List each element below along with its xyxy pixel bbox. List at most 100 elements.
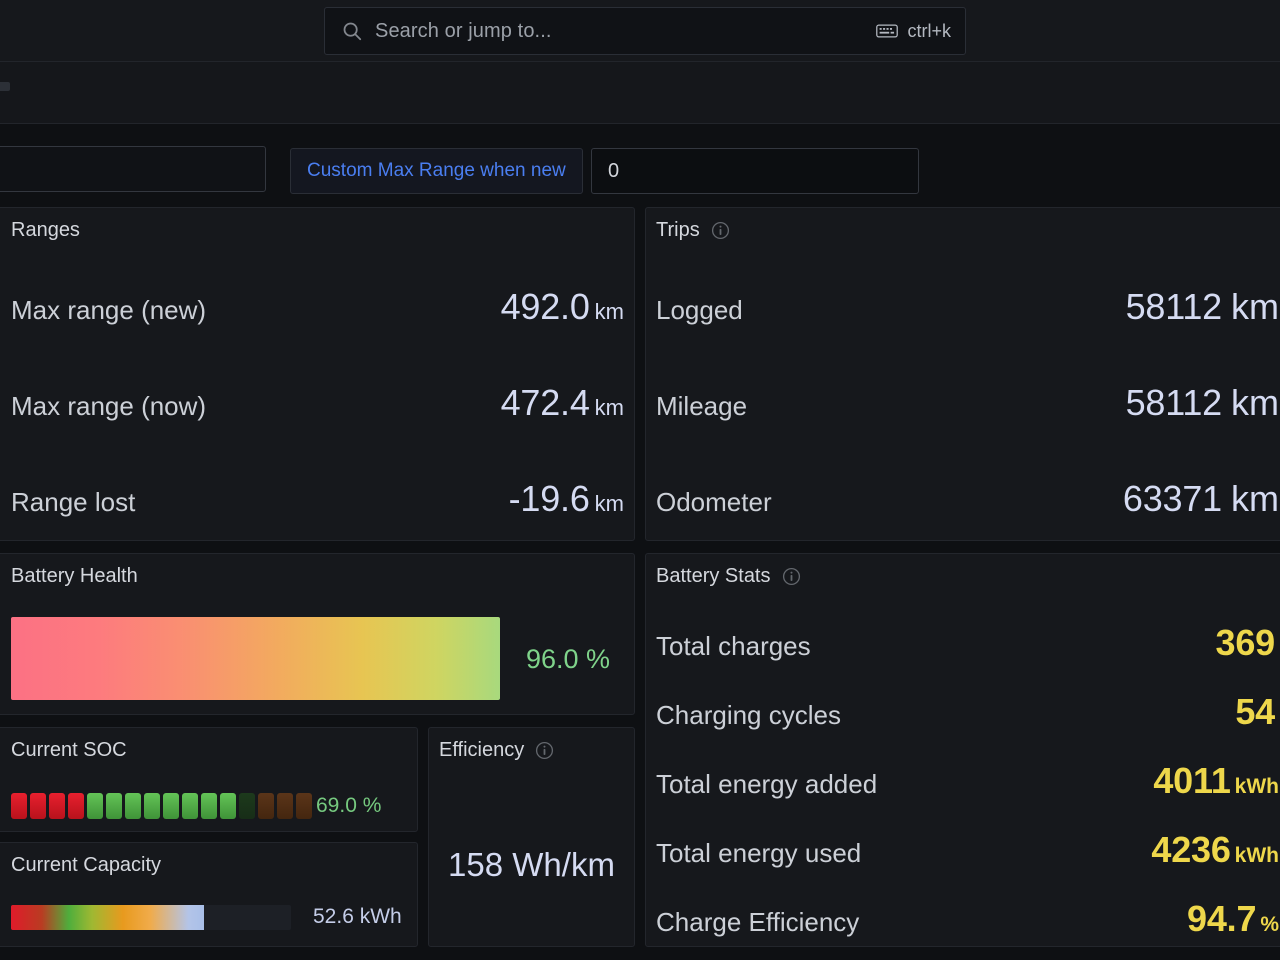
- soc-led-segment: [11, 793, 27, 819]
- stat-number: 492.0: [500, 286, 590, 327]
- stat-unit: km: [594, 491, 624, 516]
- soc-led-segment: [49, 793, 65, 819]
- panel-title-text: Current SOC: [11, 739, 127, 761]
- soc-led-segment: [201, 793, 217, 819]
- stat-unit: kWh: [1234, 844, 1279, 867]
- stat-label: Total energy added: [656, 769, 878, 799]
- panel-trips: Trips Logged 58112 km Mileage 58112 km Odo…: [645, 207, 1280, 541]
- stat-value: 94.7%: [1187, 898, 1279, 940]
- panel-title-text: Battery Health: [11, 565, 138, 587]
- stat-label: Total energy used: [656, 838, 862, 868]
- stat-number: 63371: [1122, 478, 1222, 519]
- stat-label: Range lost: [11, 487, 136, 517]
- battery-stats-list: Total charges 369 Charging cycles 54 Tot…: [646, 554, 1280, 946]
- stat-number: 58112: [1125, 382, 1223, 423]
- battery-health-gauge-bar: [11, 617, 500, 700]
- soc-led-segment: [239, 793, 255, 819]
- soc-led-segment: [68, 793, 84, 819]
- trips-stat-list: Logged 58112 km Mileage 58112 km Odometer …: [646, 208, 1280, 540]
- stat-label: Max range (new): [11, 295, 207, 325]
- soc-led-segment: [182, 793, 198, 819]
- panel-title-efficiency: Efficiency: [439, 739, 554, 762]
- current-capacity-gauge-fill: [11, 905, 205, 930]
- soc-led-segment: [30, 793, 46, 819]
- search-icon: [343, 22, 362, 41]
- panel-title-text: Efficiency: [439, 739, 525, 761]
- panel-current-capacity: Current Capacity 52.6 kWh: [0, 842, 418, 947]
- soc-led-segment: [125, 793, 141, 819]
- table-row: Total energy added 4011 kWh: [656, 760, 1279, 802]
- stat-label: Charge Efficiency: [656, 907, 860, 937]
- keyboard-icon: [876, 24, 899, 38]
- stat-label: Odometer: [656, 487, 772, 517]
- current-capacity-value: 52.6 kWh: [313, 905, 402, 928]
- top-navigation-bar: Search or jump to... ctrl+k: [0, 0, 1280, 62]
- search-placeholder-text: Search or jump to...: [375, 19, 552, 42]
- table-row: Charge Efficiency 94.7%: [656, 898, 1279, 940]
- info-icon[interactable]: [535, 741, 554, 760]
- table-row: Mileage 58112 km: [656, 382, 1279, 424]
- soc-led-gauge: [11, 793, 312, 819]
- stat-number: -19.6: [508, 478, 590, 519]
- panel-current-soc: Current SOC 69.0 %: [0, 727, 418, 832]
- stat-unit: kWh: [1234, 775, 1279, 798]
- search-shortcut-hint: ctrl+k: [876, 21, 951, 42]
- custom-max-range-label[interactable]: Custom Max Range when new: [290, 148, 583, 194]
- panel-battery-stats: Battery Stats Total charges 369 Charging…: [645, 553, 1280, 947]
- stat-unit: %: [1260, 913, 1279, 936]
- stat-value: 369: [1216, 622, 1279, 664]
- soc-led-segment: [87, 793, 103, 819]
- panel-title-battery-health: Battery Health: [11, 565, 138, 588]
- breadcrumb-bar: [0, 62, 1280, 124]
- panel-title-current-capacity: Current Capacity: [11, 854, 161, 877]
- table-row: Total charges 369: [656, 622, 1279, 664]
- soc-led-segment: [163, 793, 179, 819]
- breadcrumb-truncated-item[interactable]: [0, 82, 10, 91]
- table-row: Max range (new) 492.0 km: [11, 286, 624, 328]
- stat-unit: km: [1231, 286, 1279, 327]
- stat-number: 4011: [1153, 760, 1231, 801]
- panel-battery-health: Battery Health 96.0 %: [0, 553, 635, 715]
- stat-label: Logged: [656, 295, 743, 325]
- stat-label: Total charges: [656, 631, 811, 661]
- stat-number: 94.7: [1187, 898, 1257, 939]
- stat-value: 54: [1235, 691, 1279, 733]
- stat-unit: km: [594, 299, 624, 324]
- soc-led-segment: [106, 793, 122, 819]
- stat-number: 472.4: [500, 382, 590, 423]
- soc-led-segment: [144, 793, 160, 819]
- stat-value: 4011 kWh: [1153, 760, 1279, 802]
- soc-led-segment: [277, 793, 293, 819]
- panel-title-current-soc: Current SOC: [11, 739, 127, 762]
- stat-number: 54: [1235, 691, 1275, 732]
- search-input[interactable]: Search or jump to... ctrl+k: [324, 7, 966, 55]
- stat-number: 369: [1215, 622, 1276, 663]
- stat-value: 492.0 km: [501, 286, 624, 328]
- stat-value: 4236 kWh: [1151, 829, 1279, 871]
- panel-efficiency: Efficiency 158 Wh/km: [428, 727, 635, 947]
- battery-health-value: 96.0 %: [526, 644, 611, 674]
- ranges-stat-list: Max range (new) 492.0 km Max range (now) …: [0, 208, 634, 540]
- stat-number: 58112: [1125, 286, 1223, 327]
- stat-value: 58112 km: [1126, 286, 1279, 328]
- stat-unit: km: [1231, 478, 1279, 519]
- panel-ranges: Ranges Max range (new) 492.0 km Max range…: [0, 207, 635, 541]
- table-row: Total energy used 4236 kWh: [656, 829, 1279, 871]
- table-row: Charging cycles 54: [656, 691, 1279, 733]
- panel-title-text: Current Capacity: [11, 854, 162, 876]
- stat-unit: km: [594, 395, 624, 420]
- efficiency-value: 158 Wh/km: [448, 846, 615, 883]
- variable-picker-left[interactable]: [0, 146, 266, 192]
- table-row: Odometer 63371 km: [656, 478, 1279, 520]
- table-row: Max range (now) 472.4 km: [11, 382, 624, 424]
- current-soc-value: 69.0 %: [316, 794, 382, 817]
- custom-max-range-input[interactable]: 0: [591, 148, 919, 194]
- stat-label: Max range (now): [11, 391, 207, 421]
- stat-unit: km: [1231, 382, 1279, 423]
- stat-value: 472.4 km: [501, 382, 624, 424]
- soc-led-segment: [296, 793, 312, 819]
- soc-led-segment: [220, 793, 236, 819]
- stat-value: 63371 km: [1123, 478, 1279, 520]
- stat-label: Charging cycles: [656, 700, 841, 730]
- table-row: Logged 58112 km: [656, 286, 1279, 328]
